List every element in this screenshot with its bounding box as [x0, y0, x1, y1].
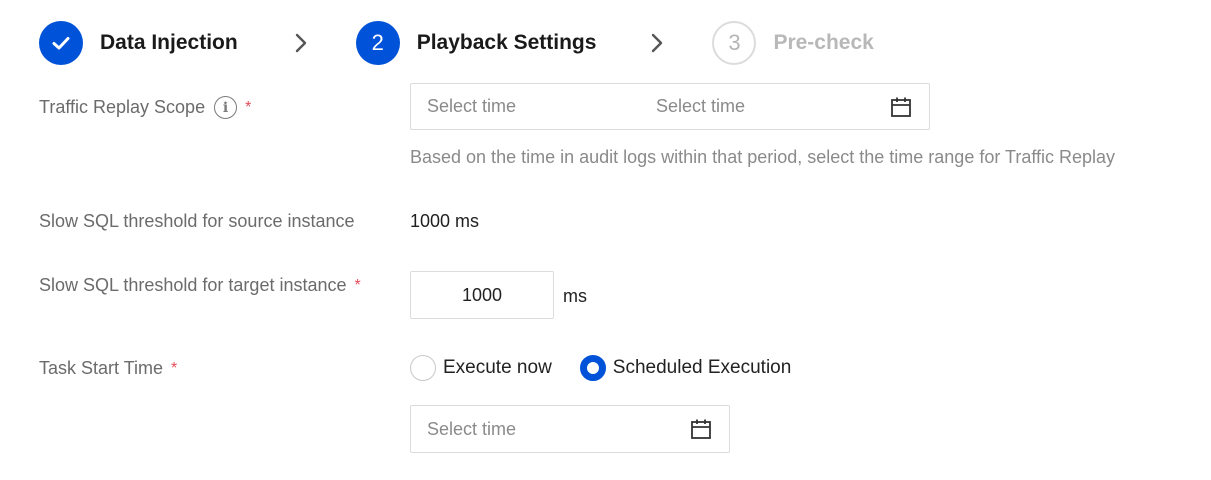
step-label: Playback Settings	[416, 31, 597, 54]
range-start-input[interactable]: Select time	[427, 96, 656, 117]
target-threshold-input[interactable]: 1000	[410, 271, 554, 319]
replay-scope-label-text: Traffic Replay Scope	[39, 97, 206, 117]
required-mark: *	[245, 98, 252, 116]
radio-label[interactable]: Scheduled Execution	[613, 357, 792, 379]
task-start-time-picker[interactable]: Select time	[410, 405, 730, 453]
task-start-radio-group: Execute now Scheduled Execution	[410, 355, 819, 381]
source-threshold-label: Slow SQL threshold for source instance	[39, 211, 355, 231]
replay-scope-hint: Based on the time in audit logs within t…	[410, 147, 1116, 167]
replay-scope-range-picker[interactable]: Select time Select time	[410, 83, 930, 130]
radio-label[interactable]: Execute now	[443, 357, 552, 379]
required-mark: *	[354, 276, 361, 294]
task-start-label-text: Task Start Time	[39, 358, 164, 378]
required-mark: *	[171, 359, 178, 377]
step-number: 3	[712, 21, 757, 65]
target-threshold-label: Slow SQL threshold for target instance *	[39, 275, 361, 296]
check-icon	[39, 21, 83, 65]
step-label: Data Injection	[100, 31, 238, 54]
calendar-icon[interactable]	[689, 417, 713, 441]
radio-scheduled-execution[interactable]: Scheduled Execution	[579, 355, 792, 381]
replay-scope-label: Traffic Replay Scope i *	[39, 96, 251, 119]
task-start-label: Task Start Time *	[39, 358, 177, 379]
step-playback-settings[interactable]: 2 Playback Settings	[355, 21, 597, 65]
task-start-time-input[interactable]: Select time	[427, 419, 516, 440]
source-threshold-value: 1000 ms	[410, 211, 480, 231]
step-pre-check[interactable]: 3 Pre-check	[712, 21, 874, 65]
step-data-injection[interactable]: Data Injection	[39, 21, 238, 65]
radio-unchecked-icon[interactable]	[410, 355, 436, 381]
target-threshold-unit: ms	[563, 286, 587, 306]
info-icon[interactable]: i	[214, 96, 238, 119]
chevron-right-icon	[650, 32, 664, 54]
chevron-right-icon	[294, 32, 308, 54]
radio-checked-icon[interactable]	[579, 355, 606, 381]
range-end-input[interactable]: Select time	[656, 96, 889, 117]
stepper: Data Injection 2 Playback Settings 3 Pre…	[39, 20, 874, 66]
radio-execute-now[interactable]: Execute now	[410, 355, 552, 381]
calendar-icon[interactable]	[889, 95, 913, 119]
step-label: Pre-check	[773, 31, 874, 54]
target-threshold-label-text: Slow SQL threshold for target instance	[39, 275, 347, 295]
step-number: 2	[355, 21, 400, 65]
